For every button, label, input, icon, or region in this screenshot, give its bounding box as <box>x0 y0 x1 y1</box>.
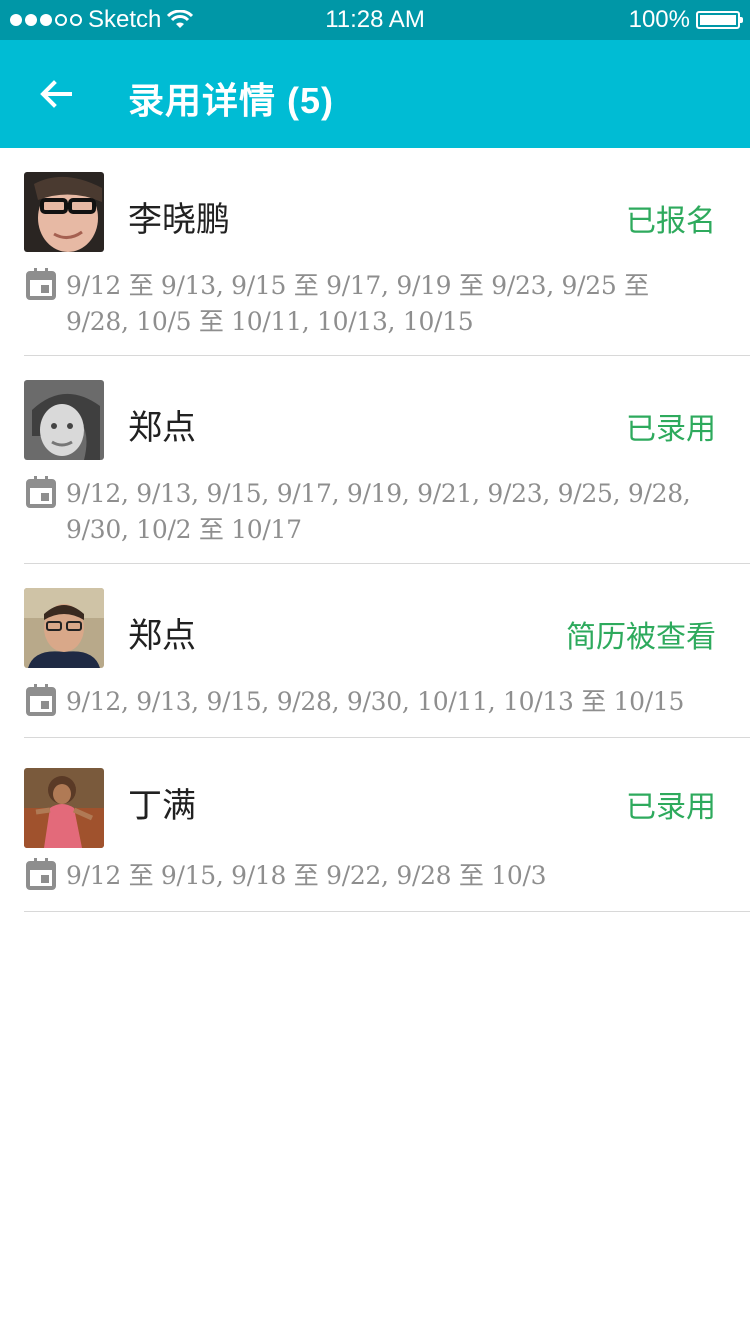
date-ranges: 9/12, 9/13, 9/15, 9/17, 9/19, 9/21, 9/23… <box>66 479 691 544</box>
calendar-icon <box>26 858 56 890</box>
status-label: 已录用 <box>626 413 716 446</box>
battery-group: 100% <box>628 6 743 34</box>
candidate-name: 丁满 <box>128 787 196 825</box>
candidate-name: 李晓鹏 <box>128 201 230 239</box>
avatar <box>24 768 104 848</box>
avatar <box>24 172 104 252</box>
list-item[interactable]: 丁满 已录用 9/12 至 9/15, 9/18 至 9/22, 9/28 至 … <box>0 738 750 912</box>
calendar-icon <box>26 476 56 508</box>
date-ranges: 9/12 至 9/15, 9/18 至 9/22, 9/28 至 10/3 <box>66 861 547 890</box>
candidate-name: 郑点 <box>128 617 196 655</box>
status-label: 已录用 <box>626 791 716 824</box>
date-ranges: 9/12 至 9/13, 9/15 至 9/17, 9/19 至 9/23, 9… <box>66 271 649 336</box>
list-item[interactable]: 李晓鹏 已报名 9/12 至 9/13, 9/15 至 9/17, 9/19 至… <box>0 148 750 356</box>
candidate-name: 郑点 <box>128 409 196 447</box>
list-item[interactable]: 郑点 简历被查看 9/12, 9/13, 9/15, 9/28, 9/30, 1… <box>0 564 750 738</box>
status-label: 已报名 <box>626 205 716 238</box>
status-label: 简历被查看 <box>566 621 716 654</box>
arrow-left-icon[interactable] <box>36 74 76 114</box>
date-ranges: 9/12, 9/13, 9/15, 9/28, 9/30, 10/11, 10/… <box>66 687 685 716</box>
page-title: 录用详情 (5) <box>128 80 335 121</box>
calendar-icon <box>26 684 56 716</box>
candidate-list: 李晓鹏 已报名 9/12 至 9/13, 9/15 至 9/17, 9/19 至… <box>0 148 750 912</box>
avatar <box>24 588 104 668</box>
status-bar: Sketch 11:28 AM 100% <box>0 0 750 40</box>
battery-percent: 100% <box>628 6 690 33</box>
divider <box>24 911 750 912</box>
app-bar: 录用详情 (5) <box>0 40 750 148</box>
battery-icon <box>696 11 743 29</box>
list-item[interactable]: 郑点 已录用 9/12, 9/13, 9/15, 9/17, 9/19, 9/2… <box>0 356 750 564</box>
avatar <box>24 380 104 460</box>
calendar-icon <box>26 268 56 300</box>
